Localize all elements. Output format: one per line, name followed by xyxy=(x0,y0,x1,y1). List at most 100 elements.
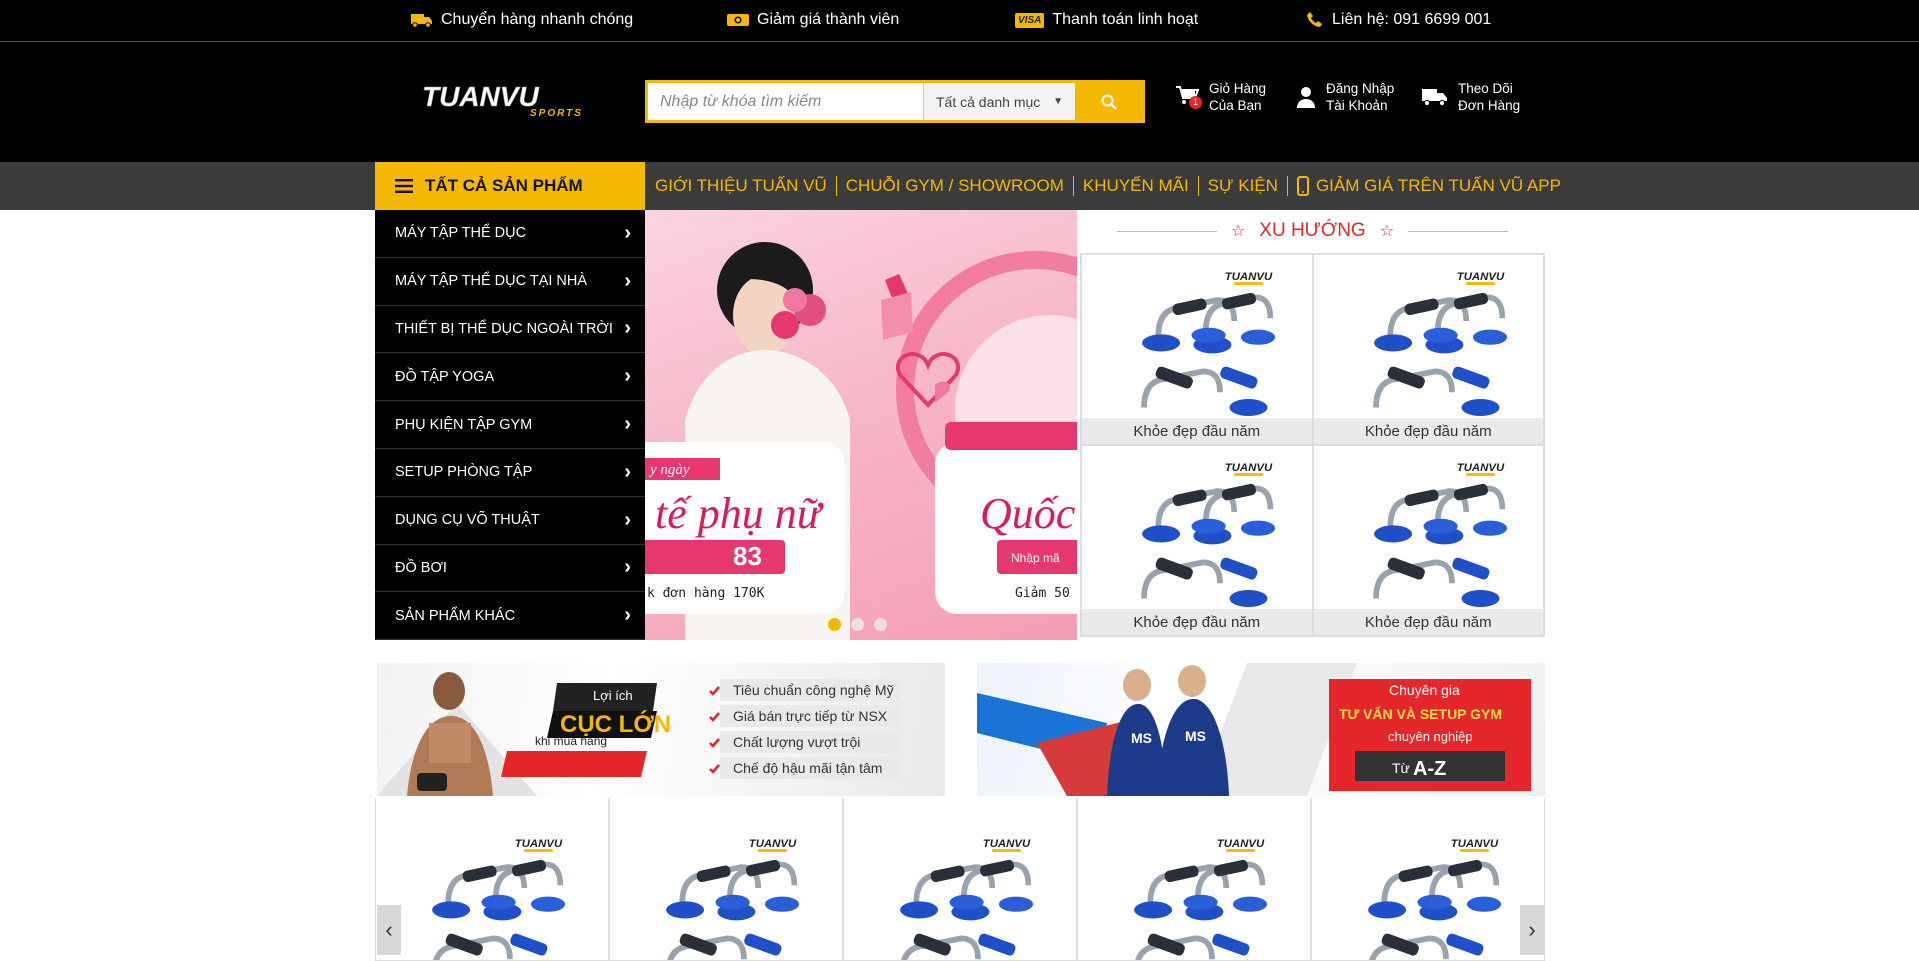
product-carousel: TUANVU TUANVU TUANVU TUANVU TUANVU xyxy=(375,798,1545,961)
divider-line xyxy=(1116,230,1217,232)
product-card[interactable]: TUANVU xyxy=(843,798,1077,961)
svg-text:A-Z: A-Z xyxy=(1413,758,1446,780)
category-menu-label: ĐỒ TẬP YOGA xyxy=(395,368,495,385)
svg-text:Giá bán trực tiếp từ NSX: Giá bán trực tiếp từ NSX xyxy=(733,708,888,724)
svg-text:Giảm 50: Giảm 50 xyxy=(1015,586,1070,601)
nav-divider xyxy=(1072,176,1074,196)
category-menu-item[interactable]: ĐỒ BƠI › xyxy=(375,545,645,593)
category-menu-item[interactable]: MÁY TẬP THỂ DỤC › xyxy=(375,210,645,258)
category-menu-item[interactable]: ĐỒ TẬP YOGA › xyxy=(375,353,645,402)
pushup-bar-image: TUANVU xyxy=(1372,271,1507,417)
svg-text:chuyên nghiệp: chuyên nghiệp xyxy=(1388,729,1473,744)
carousel-next-button[interactable]: › xyxy=(1520,905,1544,955)
svg-text:khi mua hàng: khi mua hàng xyxy=(535,734,607,748)
category-menu-item[interactable]: MÁY TẬP THỂ DỤC TẠI NHÀ › xyxy=(375,258,645,306)
category-menu: MÁY TẬP THỂ DỤC › MÁY TẬP THỂ DỤC TẠI NHÀ ›… xyxy=(375,210,645,641)
svg-text:TUANVU: TUANVU xyxy=(1217,838,1265,850)
nav-link-promotions[interactable]: KHUYẾN MÃI xyxy=(1083,176,1189,196)
product-card[interactable]: TUANVU xyxy=(1311,798,1545,961)
category-menu-label: SETUP PHÒNG TẬP xyxy=(395,464,533,481)
caret-down-icon: ▼ xyxy=(1053,96,1063,107)
category-menu-label: MÁY TẬP THỂ DỤC xyxy=(395,225,527,242)
nav-link-app-label: GIẢM GIÁ TRÊN TUẤN VŨ APP xyxy=(1315,176,1561,195)
cart-label: Giỏ Hàng Của Bạn xyxy=(1209,81,1267,113)
svg-text:TUANVU: TUANVU xyxy=(749,838,797,850)
search-button[interactable] xyxy=(1075,83,1142,120)
category-menu-label: THIẾT BỊ THỂ DỤC NGOÀI TRỜI xyxy=(395,320,613,337)
pushup-bar-image: TUANVU xyxy=(1141,271,1276,417)
login-button[interactable]: Đăng Nhập Tài Khoản xyxy=(1296,80,1394,114)
svg-text:TUANVU: TUANVU xyxy=(1456,462,1504,474)
category-menu-item[interactable]: PHỤ KIỆN TẬP GYM › xyxy=(375,401,645,449)
promo-benefits-banner[interactable]: Lợi ích CỤC LỚN khi mua hàng Tiêu chuẩn … xyxy=(377,663,945,796)
chevron-right-icon: › xyxy=(624,508,631,531)
svg-text:TUANVU: TUANVU xyxy=(1451,838,1499,850)
nav-link-gym-chain[interactable]: CHUỖI GYM / SHOWROOM xyxy=(846,176,1064,196)
pushup-bar-image: TUANVU xyxy=(1134,838,1268,960)
benefits-artwork: Lợi ích CỤC LỚN khi mua hàng Tiêu chuẩn … xyxy=(377,672,900,796)
svg-text:TUANVU: TUANVU xyxy=(983,838,1031,850)
chevron-right-icon: › xyxy=(624,413,631,436)
svg-text:Nhập mã: Nhập mã xyxy=(1011,551,1060,565)
pushup-bar-image: TUANVU xyxy=(1141,462,1276,608)
nav-links: GIỚI THIỆU TUẤN VŨ CHUỖI GYM / SHOWROOM … xyxy=(655,162,1561,210)
carousel-prev-button[interactable]: ‹ xyxy=(377,905,401,955)
svg-text:Chuyên gia: Chuyên gia xyxy=(1389,682,1460,698)
svg-text:MS: MS xyxy=(1185,728,1206,744)
nav-link-events[interactable]: SỰ KIỆN xyxy=(1208,176,1278,196)
svg-text:Chế độ hậu mãi tận tâm: Chế độ hậu mãi tận tâm xyxy=(733,760,882,776)
trending-product-card[interactable]: TUANVU Khỏe đẹp đầu năm xyxy=(1312,445,1544,636)
svg-text:Từ: Từ xyxy=(1392,760,1410,776)
category-select[interactable]: Tất cả danh mục ▼ xyxy=(923,83,1075,120)
trending-product-card[interactable]: TUANVU Khỏe đẹp đầu năm xyxy=(1312,254,1544,445)
slider-dot[interactable] xyxy=(851,618,864,631)
category-menu-item[interactable]: THIẾT BỊ THỂ DỤC NGOÀI TRỜI › xyxy=(375,306,645,354)
check-icon xyxy=(709,712,720,722)
nav-link-about[interactable]: GIỚI THIỆU TUẤN VŨ xyxy=(655,176,827,196)
truck-icon xyxy=(411,14,432,28)
check-icon xyxy=(709,764,720,774)
svg-text:SPORTS: SPORTS xyxy=(530,108,583,119)
category-menu-item[interactable]: SẢN PHẨM KHÁC › xyxy=(375,592,645,641)
category-menu-label: DỤNG CỤ VÕ THUẬT xyxy=(395,512,540,529)
all-products-button[interactable]: TẤT CẢ SẢN PHẨM xyxy=(375,162,645,210)
nav-divider xyxy=(1286,176,1288,196)
category-menu-item[interactable]: DỤNG CỤ VÕ THUẬT › xyxy=(375,497,645,545)
product-card[interactable]: TUANVU xyxy=(1077,798,1311,961)
star-icon: ☆ xyxy=(1230,223,1246,240)
search-icon xyxy=(1101,94,1117,110)
promo-setup-banner[interactable]: MS MS Chuyên gia TƯ VẤN VÀ SETUP GYM chu… xyxy=(977,663,1545,796)
category-menu-label: SẢN PHẨM KHÁC xyxy=(395,607,516,624)
hero-banner[interactable]: y ngày tế phụ nữ 83 k đơn hàng 170K Tưng… xyxy=(645,210,1077,640)
hamburger-icon xyxy=(395,179,413,193)
category-select-value: Tất cả danh mục xyxy=(936,93,1041,110)
product-card[interactable]: TUANVU xyxy=(609,798,843,961)
svg-text:Chất lượng vượt trội: Chất lượng vượt trội xyxy=(733,734,860,750)
product-card[interactable]: TUANVU xyxy=(375,798,609,961)
svg-text:MS: MS xyxy=(1131,730,1152,746)
trending-product-card[interactable]: TUANVU Khỏe đẹp đầu năm xyxy=(1081,254,1313,445)
category-menu-item[interactable]: SETUP PHÒNG TẬP › xyxy=(375,449,645,497)
cart-button[interactable]: 1 Giỏ Hàng Của Bạn xyxy=(1175,80,1266,114)
chevron-right-icon: › xyxy=(624,317,631,340)
trending-header: ☆ XU HƯỚNG ☆ xyxy=(1080,210,1545,252)
chevron-right-icon: › xyxy=(624,269,631,292)
contact-info[interactable]: Liên hệ: 091 6699 001 xyxy=(1306,9,1491,31)
slider-dot[interactable] xyxy=(828,618,841,631)
chevron-right-icon: › xyxy=(1528,917,1536,942)
pushup-bar-image: TUANVU xyxy=(432,838,566,960)
site-header: TUANVU SPORTS Tất cả danh mục ▼ 1 Giỏ Hà… xyxy=(0,42,1919,162)
chevron-right-icon: › xyxy=(624,604,631,627)
slider-dot[interactable] xyxy=(874,618,887,631)
star-icon: ☆ xyxy=(1379,223,1395,240)
shipping-info: Chuyển hàng nhanh chóng xyxy=(411,9,633,31)
track-order-button[interactable]: Theo Dõi Đơn Hàng xyxy=(1422,80,1520,114)
search-input[interactable] xyxy=(648,83,923,120)
money-icon xyxy=(727,14,749,26)
trending-product-card[interactable]: TUANVU Khỏe đẹp đầu năm xyxy=(1081,445,1313,636)
shipping-label: Chuyển hàng nhanh chóng xyxy=(441,11,634,28)
setup-artwork: MS MS Chuyên gia TƯ VẤN VÀ SETUP GYM chu… xyxy=(977,663,1531,796)
nav-link-app[interactable]: GIẢM GIÁ TRÊN TUẤN VŨ APP xyxy=(1296,176,1561,196)
chevron-right-icon: › xyxy=(624,221,631,244)
site-logo[interactable]: TUANVU SPORTS xyxy=(420,80,600,120)
